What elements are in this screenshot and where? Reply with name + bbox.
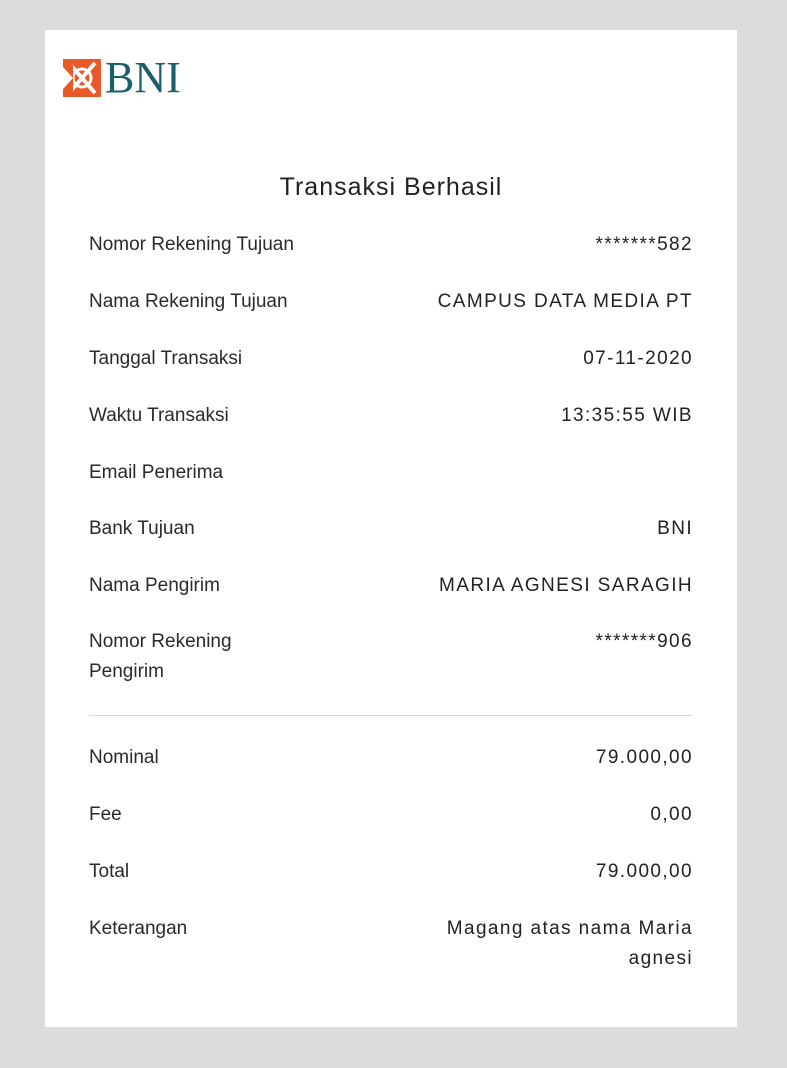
amount-row-fee: Fee 0,00 (89, 800, 693, 830)
detail-label: Nomor Rekening Tujuan (89, 234, 294, 255)
detail-value: 13:35:55 WIB (561, 405, 693, 426)
logo-text: BNI (105, 53, 181, 102)
detail-value: *******906 (595, 631, 693, 652)
amount-label: Fee (89, 804, 122, 825)
detail-label: Tanggal Transaksi (89, 348, 243, 369)
receipt-card: BNI Transaksi Berhasil Nomor Rekening Tu… (45, 30, 737, 1027)
detail-row-nomor-rekening-tujuan: Nomor Rekening Tujuan *******582 (89, 230, 693, 260)
detail-value: 07-11-2020 (583, 348, 693, 369)
detail-row-nama-pengirim: Nama Pengirim MARIA AGNESI SARAGIH (89, 571, 693, 601)
detail-label: Nama Pengirim (89, 575, 220, 596)
detail-label: Bank Tujuan (89, 518, 195, 539)
detail-value: *******582 (595, 234, 693, 255)
page-title: Transaksi Berhasil (279, 173, 503, 201)
amount-row-keterangan: Keterangan Magang atas nama Maria agnesi (89, 914, 693, 974)
amount-label: Keterangan (89, 918, 188, 939)
bni-logo: BNI (63, 53, 181, 102)
detail-value: MARIA AGNESI SARAGIH (439, 575, 693, 596)
section-divider (89, 715, 693, 716)
detail-value: BNI (657, 518, 693, 539)
detail-row-tanggal-transaksi: Tanggal Transaksi 07-11-2020 (89, 344, 693, 374)
amount-row-nominal: Nominal 79.000,00 (89, 743, 693, 773)
detail-row-bank-tujuan: Bank Tujuan BNI (89, 514, 693, 544)
detail-row-email-penerima: Email Penerima (89, 458, 693, 488)
amount-label: Total (89, 861, 130, 882)
amount-label: Nominal (89, 747, 159, 768)
amount-value: 0,00 (650, 804, 693, 825)
amount-value: 79.000,00 (595, 747, 693, 768)
detail-label: Nama Rekening Tujuan (89, 291, 288, 312)
detail-label: Email Penerima (89, 462, 224, 483)
amount-value: Magang atas nama Maria agnesi (446, 918, 693, 969)
detail-label: Waktu Transaksi (89, 405, 229, 426)
bni-emblem-icon (63, 59, 101, 97)
detail-label: Nomor Rekening Pengirim (89, 631, 232, 682)
detail-row-nomor-rekening-pengirim: Nomor Rekening Pengirim *******906 (89, 627, 693, 687)
amount-value: 79.000,00 (595, 861, 693, 882)
detail-row-nama-rekening-tujuan: Nama Rekening Tujuan CAMPUS DATA MEDIA P… (89, 287, 693, 317)
detail-value: CAMPUS DATA MEDIA PT (437, 291, 693, 312)
amount-row-total: Total 79.000,00 (89, 857, 693, 887)
detail-row-waktu-transaksi: Waktu Transaksi 13:35:55 WIB (89, 401, 693, 431)
